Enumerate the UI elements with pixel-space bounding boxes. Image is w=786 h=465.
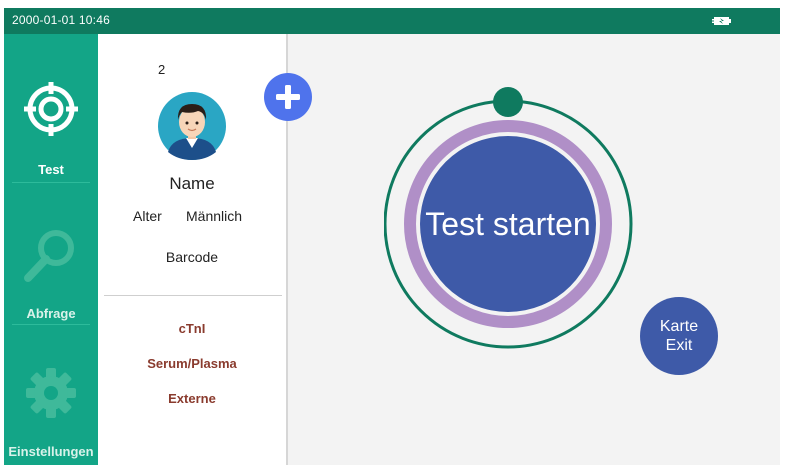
- status-datetime: 2000-01-01 10:46: [12, 13, 110, 27]
- sidebar-item-label: Test: [38, 162, 64, 177]
- sidebar-item-einstellungen[interactable]: Einstellungen: [4, 324, 98, 465]
- patient-gender: Männlich: [186, 208, 243, 224]
- card-exit-label-line2: Exit: [665, 337, 693, 354]
- patient-number: 2: [158, 62, 166, 77]
- panel-divider: [104, 295, 282, 296]
- card-exit-label-line1: Karte: [659, 318, 699, 335]
- status-bar: 2000-01-01 10:46: [4, 8, 780, 34]
- progress-knob: [493, 87, 523, 117]
- sample-type: Serum/Plasma: [147, 356, 237, 371]
- sidebar-item-label: Abfrage: [26, 306, 76, 321]
- main-area: Test starten Karte Exit: [288, 34, 780, 465]
- crosshair-icon: [24, 82, 78, 136]
- sample-mode: Externe: [168, 391, 216, 406]
- test-item: cTnI: [178, 321, 206, 336]
- sidebar-item-abfrage[interactable]: Abfrage: [4, 182, 98, 324]
- avatar: [158, 92, 226, 160]
- sidebar-item-label: Einstellungen: [8, 444, 94, 459]
- patient-age: Alter: [133, 208, 162, 224]
- charging-battery-icon: [712, 14, 734, 33]
- start-test-button[interactable]: Test starten: [420, 136, 596, 312]
- sidebar-nav: Test Abfrage Einstellungen: [4, 34, 98, 465]
- patient-name: Name: [169, 174, 215, 193]
- patient-panel: 2 Name Alter Männlich Barcode cTnI Serum…: [98, 34, 286, 465]
- magnifier-icon: [24, 230, 74, 282]
- patient-barcode: Barcode: [165, 249, 219, 265]
- sidebar-item-test[interactable]: Test: [4, 34, 98, 182]
- card-exit-button[interactable]: Karte Exit: [640, 297, 718, 375]
- gear-icon: [26, 368, 76, 418]
- add-patient-button[interactable]: [264, 73, 312, 121]
